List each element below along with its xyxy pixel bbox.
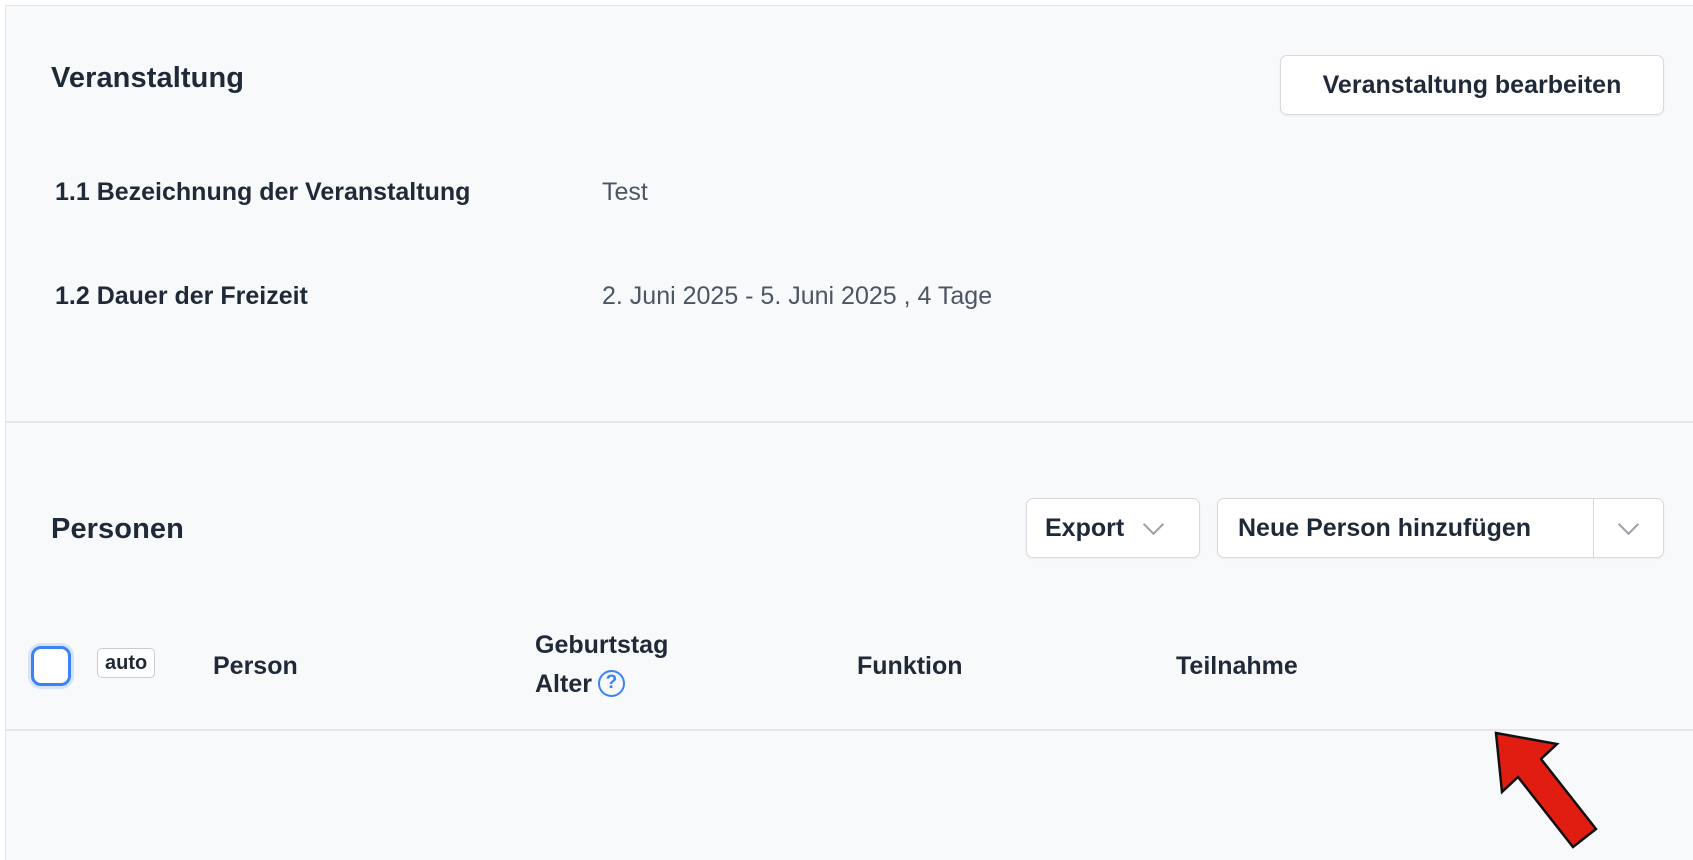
column-header-age-wrapper: Alter? [535, 669, 625, 699]
add-person-button[interactable]: Neue Person hinzufügen [1218, 499, 1593, 557]
column-header-age[interactable]: Alter [535, 670, 592, 698]
chevron-down-icon [1143, 513, 1165, 535]
chevron-down-icon [1617, 513, 1640, 535]
column-header-participation[interactable]: Teilnahme [1176, 652, 1298, 681]
export-button[interactable]: Export [1026, 498, 1200, 558]
column-header-birthday[interactable]: Geburtstag [535, 631, 668, 660]
persons-section-title: Personen [51, 513, 184, 545]
event-section-title: Veranstaltung [51, 62, 245, 94]
auto-badge[interactable]: auto [97, 648, 156, 678]
add-person-dropdown-toggle[interactable] [1593, 499, 1663, 557]
export-button-label: Export [1045, 513, 1125, 542]
event-name-value: Test [602, 178, 648, 206]
add-person-split-button: Neue Person hinzufügen [1217, 498, 1664, 558]
question-circle-icon[interactable]: ? [597, 669, 625, 697]
event-name-label: 1.1 Bezeichnung der Veranstaltung [55, 178, 471, 206]
edit-event-button[interactable]: Veranstaltung bearbeiten [1280, 55, 1664, 115]
column-header-person[interactable]: Person [213, 652, 298, 681]
column-header-function[interactable]: Funktion [857, 652, 963, 681]
section-divider [6, 421, 1693, 423]
select-all-checkbox[interactable] [31, 646, 71, 686]
event-duration-label: 1.2 Dauer der Freizeit [55, 282, 308, 310]
red-arrow-icon [1494, 731, 1598, 849]
event-duration-value: 2. Juni 2025 - 5. Juni 2025 , 4 Tage [602, 282, 993, 310]
